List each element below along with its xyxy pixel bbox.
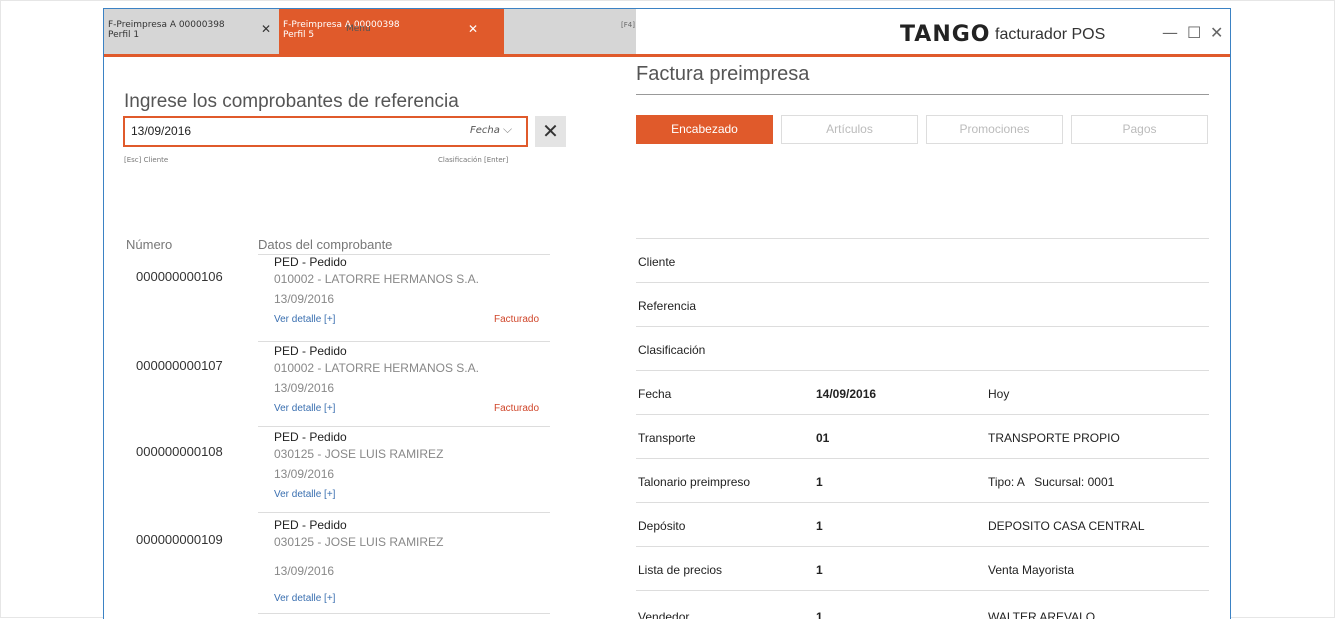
close-window-button[interactable]: ✕: [1210, 23, 1223, 42]
divider: [636, 414, 1209, 415]
doc-type: PED - Pedido: [274, 344, 347, 358]
tab-perfil-5[interactable]: F-Preimpresa A 00000398 Perfil 5 ✕: [279, 9, 504, 54]
field-label: Referencia: [638, 299, 697, 313]
reference-panel: Ingrese los comprobantes de referencia F…: [104, 57, 636, 619]
tab-encabezado[interactable]: Encabezado: [636, 115, 773, 144]
field-row-fecha[interactable]: Fecha 14/09/2016 Hoy: [636, 370, 1209, 414]
field-row-cliente[interactable]: Cliente: [636, 238, 1209, 282]
field-row-referencia[interactable]: Referencia: [636, 282, 1209, 326]
divider: [258, 613, 550, 614]
divider: [636, 282, 1209, 283]
hint-clasificacion: Clasificación [Enter]: [438, 156, 509, 164]
doc-client: 030125 - JOSE LUIS RAMIREZ: [274, 447, 444, 461]
doc-date: 13/09/2016: [274, 564, 335, 578]
doc-client: 030125 - JOSE LUIS RAMIREZ: [274, 535, 444, 549]
field-description: Hoy: [988, 387, 1010, 401]
tab-subtitle: Perfil 5: [283, 30, 315, 40]
divider: [636, 370, 1209, 371]
tab-subtitle: Perfil 1: [108, 30, 140, 40]
titlebar: F-Preimpresa A 00000398 Perfil 1 ✕ F-Pre…: [104, 9, 1230, 54]
doc-type: PED - Pedido: [274, 518, 347, 532]
field-label: Lista de precios: [638, 563, 723, 577]
doc-number: 000000000109: [136, 532, 223, 547]
doc-number: 000000000107: [136, 358, 223, 373]
search-box: Fecha ⌵: [123, 116, 528, 147]
close-icon[interactable]: ✕: [261, 23, 271, 35]
doc-number: 000000000106: [136, 269, 223, 284]
field-value: 1: [816, 519, 823, 533]
field-row-talonario[interactable]: Talonario preimpreso 1 Tipo: A Sucursal:…: [636, 458, 1209, 502]
divider: [258, 512, 550, 513]
tab-promociones[interactable]: Promociones: [926, 115, 1063, 144]
divider: [636, 94, 1209, 95]
field-row-clasificacion[interactable]: Clasificación: [636, 326, 1209, 370]
clear-search-button[interactable]: ✕: [535, 116, 566, 147]
f4-shortcut-label: [F4]: [621, 21, 635, 29]
field-row-vendedor[interactable]: Vendedor 1 WALTER AREVALO: [636, 590, 1209, 619]
field-value: 14/09/2016: [816, 387, 877, 401]
doc-type: PED - Pedido: [274, 430, 347, 444]
brand-subtitle: facturador POS: [995, 26, 1106, 43]
field-value: 1: [816, 475, 823, 489]
tabs-strip: F-Preimpresa A 00000398 Perfil 1 ✕ F-Pre…: [104, 9, 636, 54]
field-description: TRANSPORTE PROPIO: [988, 431, 1120, 445]
panel-title: Ingrese los comprobantes de referencia: [124, 91, 459, 112]
doc-client: 010002 - LATORRE HERMANOS S.A.: [274, 272, 479, 286]
doc-date: 13/09/2016: [274, 381, 335, 395]
minimize-button[interactable]: —: [1162, 23, 1178, 42]
doc-client: 010002 - LATORRE HERMANOS S.A.: [274, 361, 479, 375]
divider: [258, 341, 550, 342]
status-badge: Facturado: [494, 314, 540, 325]
field-label: Cliente: [638, 255, 676, 269]
column-header-datos: Datos del comprobante: [258, 237, 393, 252]
field-label: Depósito: [638, 519, 686, 533]
tab-perfil-1[interactable]: F-Preimpresa A 00000398 Perfil 1 ✕: [104, 9, 279, 54]
field-row-transporte[interactable]: Transporte 01 TRANSPORTE PROPIO: [636, 414, 1209, 458]
column-header-numero: Número: [126, 237, 173, 252]
field-label: Fecha: [638, 387, 672, 401]
divider: [636, 546, 1209, 547]
doc-date: 13/09/2016: [274, 467, 335, 481]
tab-articulos[interactable]: Artículos: [781, 115, 918, 144]
field-row-deposito[interactable]: Depósito 1 DEPOSITO CASA CENTRAL: [636, 502, 1209, 546]
maximize-button[interactable]: ☐: [1187, 23, 1201, 42]
tab-menu[interactable]: Menú: [346, 24, 371, 34]
search-filter-select[interactable]: Fecha: [470, 125, 500, 136]
field-value: 1: [816, 563, 823, 577]
divider: [636, 590, 1209, 591]
divider: [636, 502, 1209, 503]
field-label: Talonario preimpreso: [638, 475, 751, 489]
view-detail-link[interactable]: Ver detalle [+]: [274, 314, 335, 325]
invoice-panel: Factura preimpresa Encabezado Artículos …: [636, 57, 1230, 619]
divider: [636, 238, 1209, 239]
tab-title: F-Preimpresa A 00000398: [283, 20, 400, 30]
page-title: Factura preimpresa: [636, 63, 810, 85]
view-detail-link[interactable]: Ver detalle [+]: [274, 489, 335, 500]
app-window: F-Preimpresa A 00000398 Perfil 1 ✕ F-Pre…: [103, 8, 1231, 619]
close-icon[interactable]: ✕: [468, 23, 478, 35]
field-description: Tipo: A Sucursal: 0001: [988, 475, 1115, 489]
view-detail-link[interactable]: Ver detalle [+]: [274, 403, 335, 414]
divider: [636, 458, 1209, 459]
doc-type: PED - Pedido: [274, 255, 347, 269]
brand-logo: TANGO: [900, 22, 991, 47]
field-label: Transporte: [638, 431, 696, 445]
field-row-lista-precios[interactable]: Lista de precios 1 Venta Mayorista: [636, 546, 1209, 590]
divider: [258, 426, 550, 427]
doc-number: 000000000108: [136, 444, 223, 459]
tab-title: F-Preimpresa A 00000398: [108, 20, 225, 30]
divider: [636, 326, 1209, 327]
field-value: 01: [816, 431, 830, 445]
view-detail-link[interactable]: Ver detalle [+]: [274, 593, 335, 604]
field-label: Clasificación: [638, 343, 706, 357]
status-badge: Facturado: [494, 403, 540, 414]
chevron-down-icon[interactable]: ⌵: [503, 122, 512, 137]
search-input[interactable]: [129, 123, 453, 139]
doc-date: 13/09/2016: [274, 292, 335, 306]
hint-cliente: [Esc] Cliente: [124, 156, 169, 164]
field-description: DEPOSITO CASA CENTRAL: [988, 519, 1145, 533]
field-description: Venta Mayorista: [988, 563, 1075, 577]
tab-pagos[interactable]: Pagos: [1071, 115, 1208, 144]
